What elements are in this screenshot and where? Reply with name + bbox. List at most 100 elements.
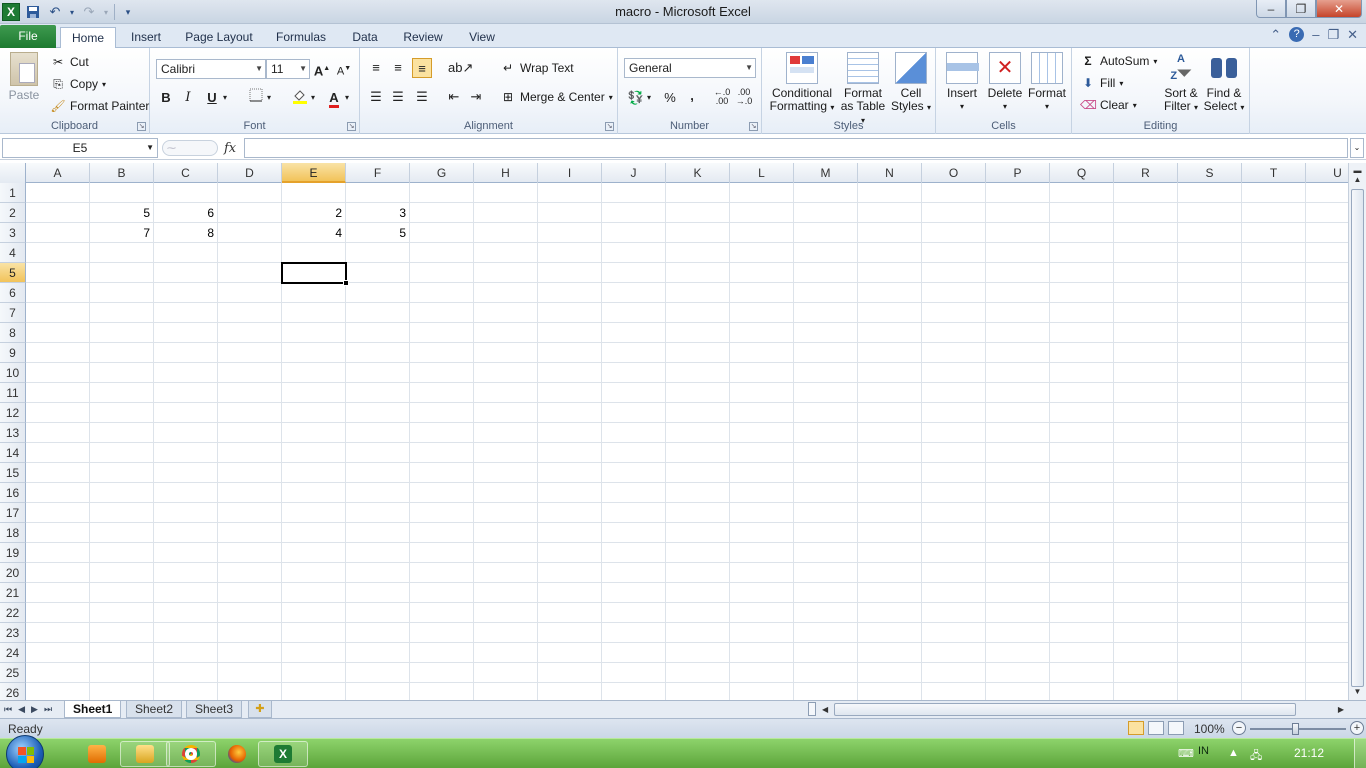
grid-cell[interactable] bbox=[538, 683, 602, 700]
grid-cell[interactable] bbox=[666, 403, 730, 423]
grid-cell[interactable] bbox=[666, 523, 730, 543]
grid-cell[interactable] bbox=[218, 503, 282, 523]
decrease-decimal-button[interactable]: .00 →.0 bbox=[734, 88, 754, 108]
column-header[interactable]: I bbox=[538, 163, 602, 183]
grid-cell[interactable] bbox=[346, 363, 410, 383]
grid-cell[interactable] bbox=[218, 303, 282, 323]
grid-cell[interactable] bbox=[1306, 643, 1348, 663]
grid-cell[interactable] bbox=[986, 243, 1050, 263]
grid-cell[interactable] bbox=[26, 363, 90, 383]
tray-expand-icon[interactable]: ▲ bbox=[1228, 747, 1239, 759]
grid-cell[interactable] bbox=[346, 523, 410, 543]
grid-cell[interactable] bbox=[1242, 323, 1306, 343]
grid-cell[interactable] bbox=[858, 583, 922, 603]
grid-cell[interactable] bbox=[90, 363, 154, 383]
grid-cell[interactable] bbox=[346, 263, 410, 283]
zoom-level[interactable]: 100% bbox=[1194, 722, 1225, 736]
grid-cell[interactable] bbox=[1178, 523, 1242, 543]
grid-cell[interactable] bbox=[1178, 183, 1242, 203]
grid-cell[interactable] bbox=[922, 543, 986, 563]
grid-cell[interactable] bbox=[1242, 303, 1306, 323]
grid-cell[interactable] bbox=[794, 223, 858, 243]
grid-cell[interactable] bbox=[346, 683, 410, 700]
grid-cell[interactable] bbox=[730, 203, 794, 223]
grid-cell[interactable] bbox=[538, 323, 602, 343]
grid-cell[interactable] bbox=[922, 243, 986, 263]
grid-cell[interactable] bbox=[730, 543, 794, 563]
grid-cell[interactable] bbox=[602, 683, 666, 700]
grid-cell[interactable] bbox=[1050, 523, 1114, 543]
grid-cell[interactable] bbox=[858, 683, 922, 700]
grid-cell[interactable] bbox=[666, 303, 730, 323]
grid-cell[interactable] bbox=[1050, 263, 1114, 283]
column-header[interactable]: H bbox=[474, 163, 538, 183]
grid-cell[interactable] bbox=[986, 483, 1050, 503]
grid-cell[interactable] bbox=[90, 483, 154, 503]
keyboard-icon[interactable]: ⌨ bbox=[1178, 747, 1194, 760]
grid-cell[interactable] bbox=[922, 403, 986, 423]
grid-cell[interactable] bbox=[1306, 383, 1348, 403]
grid-cell[interactable] bbox=[1178, 263, 1242, 283]
grid-cell[interactable] bbox=[154, 363, 218, 383]
dialog-launcher-icon[interactable]: ↘ bbox=[749, 122, 758, 131]
grid-cell[interactable] bbox=[858, 223, 922, 243]
row-header[interactable]: 21 bbox=[0, 583, 26, 603]
row-header[interactable]: 7 bbox=[0, 303, 26, 323]
clock[interactable]: 21:12 bbox=[1294, 746, 1324, 760]
grid-cell[interactable] bbox=[858, 423, 922, 443]
grid-cell[interactable] bbox=[538, 443, 602, 463]
grid-cell[interactable] bbox=[346, 603, 410, 623]
align-bottom-icon[interactable]: ≡ bbox=[412, 58, 432, 78]
grid-cell[interactable] bbox=[1050, 323, 1114, 343]
grid-cell[interactable] bbox=[474, 323, 538, 343]
grid-cell[interactable] bbox=[666, 323, 730, 343]
grid-cell[interactable] bbox=[1242, 183, 1306, 203]
grid-cell[interactable] bbox=[218, 183, 282, 203]
grid-cell[interactable] bbox=[90, 663, 154, 683]
grid-cell[interactable] bbox=[1178, 503, 1242, 523]
grid-cell[interactable] bbox=[1242, 283, 1306, 303]
comma-button[interactable]: , bbox=[682, 86, 702, 106]
grid-cell[interactable] bbox=[26, 443, 90, 463]
grid-cell[interactable] bbox=[794, 443, 858, 463]
merge-center-button[interactable]: ⊞ Merge & Center ▾ bbox=[500, 89, 613, 105]
minimize-button[interactable]: – bbox=[1256, 0, 1286, 18]
dialog-launcher-icon[interactable]: ↘ bbox=[605, 122, 614, 131]
grid-cell[interactable] bbox=[538, 503, 602, 523]
grid-cell[interactable] bbox=[1114, 563, 1178, 583]
grid-cell[interactable] bbox=[1114, 543, 1178, 563]
grid-cell[interactable] bbox=[730, 243, 794, 263]
grid-cell[interactable] bbox=[1178, 583, 1242, 603]
decrease-indent-icon[interactable]: ⇤ bbox=[444, 87, 464, 107]
grid-cell[interactable] bbox=[538, 203, 602, 223]
grid-cell[interactable] bbox=[538, 243, 602, 263]
chevron-down-icon[interactable]: ▾ bbox=[220, 88, 230, 108]
grid-cell[interactable] bbox=[794, 243, 858, 263]
grid-cell[interactable] bbox=[602, 403, 666, 423]
grid-cell[interactable] bbox=[1178, 243, 1242, 263]
grid-cell[interactable] bbox=[474, 403, 538, 423]
row-header[interactable]: 1 bbox=[0, 183, 26, 203]
increase-indent-icon[interactable]: ⇥ bbox=[466, 87, 486, 107]
show-desktop-button[interactable] bbox=[1354, 739, 1366, 768]
grid-cell[interactable] bbox=[1178, 543, 1242, 563]
orientation-icon[interactable]: ab↗ bbox=[448, 58, 473, 78]
grid-cell[interactable] bbox=[858, 203, 922, 223]
chevron-down-icon[interactable]: ▾ bbox=[264, 88, 274, 108]
grid-cell[interactable] bbox=[474, 223, 538, 243]
grid-cell[interactable] bbox=[794, 303, 858, 323]
grid-cell[interactable] bbox=[1114, 663, 1178, 683]
column-header[interactable]: Q bbox=[1050, 163, 1114, 183]
grid-cell[interactable] bbox=[666, 563, 730, 583]
grid-cell[interactable] bbox=[218, 443, 282, 463]
grid-cell[interactable] bbox=[1242, 423, 1306, 443]
row-header[interactable]: 19 bbox=[0, 543, 26, 563]
row-header[interactable]: 22 bbox=[0, 603, 26, 623]
grid-cell[interactable] bbox=[602, 583, 666, 603]
grid-cell[interactable] bbox=[922, 563, 986, 583]
grid-cell[interactable] bbox=[474, 383, 538, 403]
grid-cell[interactable] bbox=[1306, 403, 1348, 423]
grid-cell[interactable] bbox=[154, 183, 218, 203]
grid-cell[interactable] bbox=[730, 323, 794, 343]
grid-cell[interactable] bbox=[410, 623, 474, 643]
